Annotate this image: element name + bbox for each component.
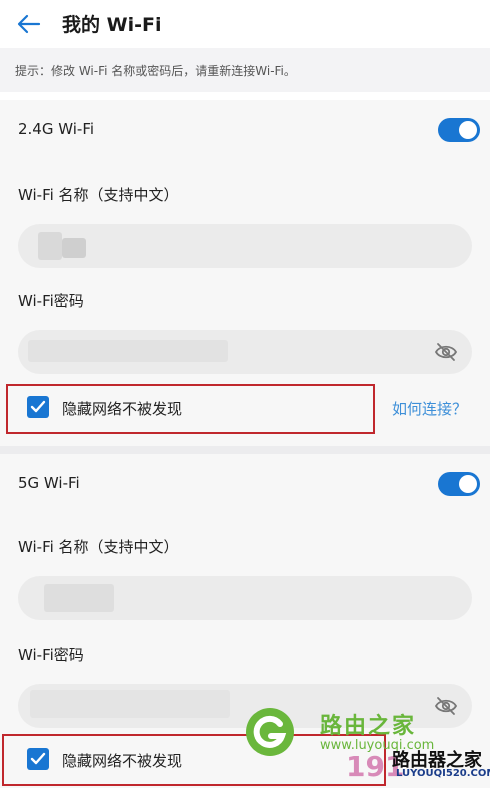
wifi-password-label: Wi-Fi密码: [18, 292, 84, 310]
hide-network-label: 隐藏网络不被发现: [62, 752, 183, 770]
wifi-password-label: Wi-Fi密码: [18, 646, 84, 664]
wifi-name-label: Wi-Fi 名称（支持中文）: [18, 186, 179, 204]
wifi-name-input-5g[interactable]: [18, 576, 472, 620]
wifi-name-field[interactable]: [18, 224, 472, 268]
how-to-connect-link[interactable]: 如何连接？: [392, 398, 467, 419]
page-title: 我的 Wi-Fi: [62, 14, 162, 36]
app-header: 我的 Wi-Fi: [0, 0, 490, 48]
hide-network-label: 隐藏网络不被发现: [62, 400, 183, 418]
checkmark-icon: [30, 752, 46, 765]
band-2g-toggle[interactable]: [438, 118, 480, 142]
arrow-left-icon: [17, 14, 41, 34]
wifi-name-input-2g[interactable]: [18, 224, 472, 268]
wifi-password-field[interactable]: [18, 330, 472, 374]
wifi-password-input-2g[interactable]: [18, 330, 472, 374]
hide-network-checkbox-2g[interactable]: [27, 396, 49, 418]
hide-network-checkbox-5g[interactable]: [27, 748, 49, 770]
watermark-logo-icon: [246, 708, 294, 756]
band-5g-toggle[interactable]: [438, 472, 480, 496]
eye-off-icon[interactable]: [434, 695, 458, 717]
eye-off-icon[interactable]: [434, 341, 458, 363]
band-label: 5G Wi-Fi: [18, 474, 80, 492]
back-button[interactable]: [14, 10, 44, 38]
band-label: 2.4G Wi-Fi: [18, 120, 95, 138]
toggle-knob: [459, 475, 477, 493]
checkmark-icon: [30, 400, 46, 413]
wifi-name-label: Wi-Fi 名称（支持中文）: [18, 538, 179, 556]
wifi-name-field[interactable]: [18, 576, 472, 620]
watermark-url: LUYOUQI520.COM: [396, 768, 490, 779]
tip-banner: 提示：修改 Wi-Fi 名称或密码后，请重新连接Wi-Fi。: [0, 48, 490, 92]
hide-network-row-2g: 隐藏网络不被发现 如何连接？: [0, 384, 490, 434]
toggle-knob: [459, 121, 477, 139]
watermark-title: 路由之家: [320, 714, 417, 739]
section-divider: [0, 446, 490, 454]
